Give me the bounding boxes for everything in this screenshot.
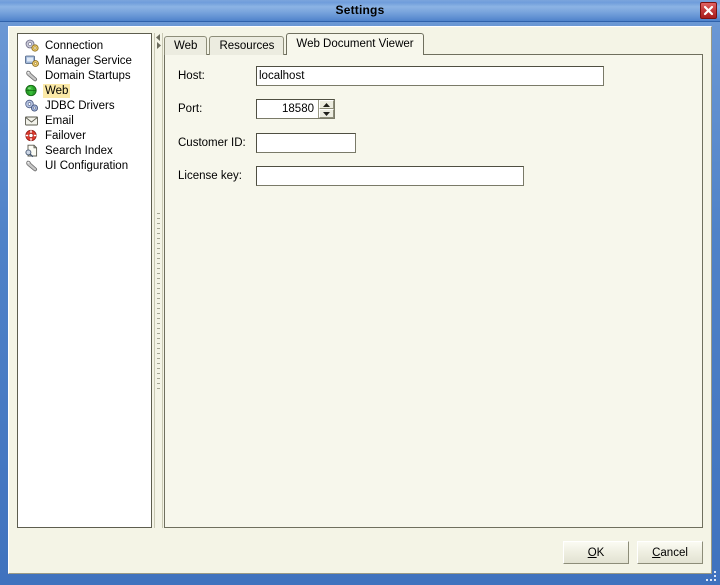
port-input[interactable] (257, 100, 318, 118)
sidebar-item-label: JDBC Drivers (45, 99, 115, 112)
license-key-row: License key: (178, 166, 524, 186)
sidebar-item-web[interactable]: Web (18, 83, 151, 98)
sidebar-item-email[interactable]: Email (18, 113, 151, 128)
ok-label-rest: K (596, 546, 605, 559)
service-icon (25, 55, 39, 67)
sidebar-item-ui-configuration[interactable]: UI Configuration (18, 158, 151, 173)
sidebar-item-label: Email (45, 114, 74, 127)
gears-blue-icon (25, 99, 38, 111)
license-key-label: License key: (178, 170, 242, 182)
sidebar-item-label: Manager Service (45, 54, 132, 67)
wrench-icon (26, 70, 38, 81)
gears-icon (25, 39, 39, 52)
tab-web[interactable]: Web (164, 36, 208, 55)
host-input[interactable] (256, 66, 604, 86)
tab-resources[interactable]: Resources (209, 36, 285, 55)
wrench-icon (26, 160, 38, 171)
resize-grip-icon[interactable] (704, 569, 718, 583)
license-key-input[interactable] (256, 166, 524, 186)
close-icon[interactable] (700, 2, 717, 19)
port-label: Port: (178, 103, 203, 115)
tab-content-panel: Host: Port: (164, 54, 703, 528)
triangle-right-icon[interactable] (156, 42, 161, 49)
customer-id-label: Customer ID: (178, 137, 246, 149)
port-stepper-buttons (318, 100, 334, 118)
sidebar-item-label: UI Configuration (45, 159, 129, 172)
sidebar-item-label: Failover (45, 129, 86, 142)
cancel-button[interactable]: Cancel (637, 541, 703, 564)
sidebar-item-label: Connection (45, 39, 104, 52)
sidebar-item-search-index[interactable]: Search Index (18, 143, 151, 158)
sidebar-item-jdbc-drivers[interactable]: JDBC Drivers (18, 98, 151, 113)
spinner-down-icon[interactable] (319, 109, 334, 118)
customer-id-row: Customer ID: (178, 133, 356, 153)
host-label: Host: (178, 70, 205, 82)
tab-strip: Web Resources Web Document Viewer (164, 33, 426, 55)
customer-id-input[interactable] (256, 133, 356, 153)
globe-icon (25, 84, 37, 96)
spinner-up-icon[interactable] (319, 100, 334, 109)
spinner-up-glyph (323, 102, 330, 107)
cancel-label-rest: ancel (660, 546, 688, 559)
spinner-down-glyph (323, 111, 330, 116)
lifebuoy-icon (25, 129, 37, 141)
sidebar-item-label: Web (43, 83, 71, 98)
host-row: Host: (178, 66, 604, 86)
sidebar-item-connection[interactable]: Connection (18, 38, 151, 53)
divider-grip-texture (157, 213, 160, 393)
settings-category-list[interactable]: Connection Manager Service Domain Startu… (17, 33, 152, 528)
port-stepper[interactable] (256, 99, 335, 119)
envelope-icon (25, 116, 38, 125)
tab-web-document-viewer[interactable]: Web Document Viewer (286, 33, 424, 55)
triangle-left-icon[interactable] (156, 34, 161, 41)
sidebar-item-failover[interactable]: Failover (18, 128, 151, 143)
split-pane-divider[interactable] (154, 33, 163, 528)
sidebar-item-label: Search Index (45, 144, 113, 157)
dialog-client-area: Connection Manager Service Domain Startu… (8, 26, 712, 574)
title-bar: Settings (0, 0, 720, 22)
ok-mnemonic: O (587, 546, 597, 559)
sidebar-item-manager-service[interactable]: Manager Service (18, 53, 151, 68)
dialog-button-bar: OK Cancel (563, 541, 703, 564)
document-search-icon (25, 144, 38, 157)
sidebar-item-domain-startups[interactable]: Domain Startups (18, 68, 151, 83)
divider-collapse-controls[interactable] (155, 34, 162, 50)
settings-dialog-window: Settings Connection Manager Service Doma… (0, 0, 720, 585)
port-row: Port: (178, 99, 335, 119)
sidebar-item-label: Domain Startups (45, 69, 131, 82)
window-title: Settings (335, 3, 385, 17)
settings-tab-pane: Web Resources Web Document Viewer Host: … (164, 33, 703, 528)
ok-button[interactable]: OK (563, 541, 629, 564)
category-list-body: Connection Manager Service Domain Startu… (18, 34, 151, 173)
close-glyph (703, 5, 714, 16)
